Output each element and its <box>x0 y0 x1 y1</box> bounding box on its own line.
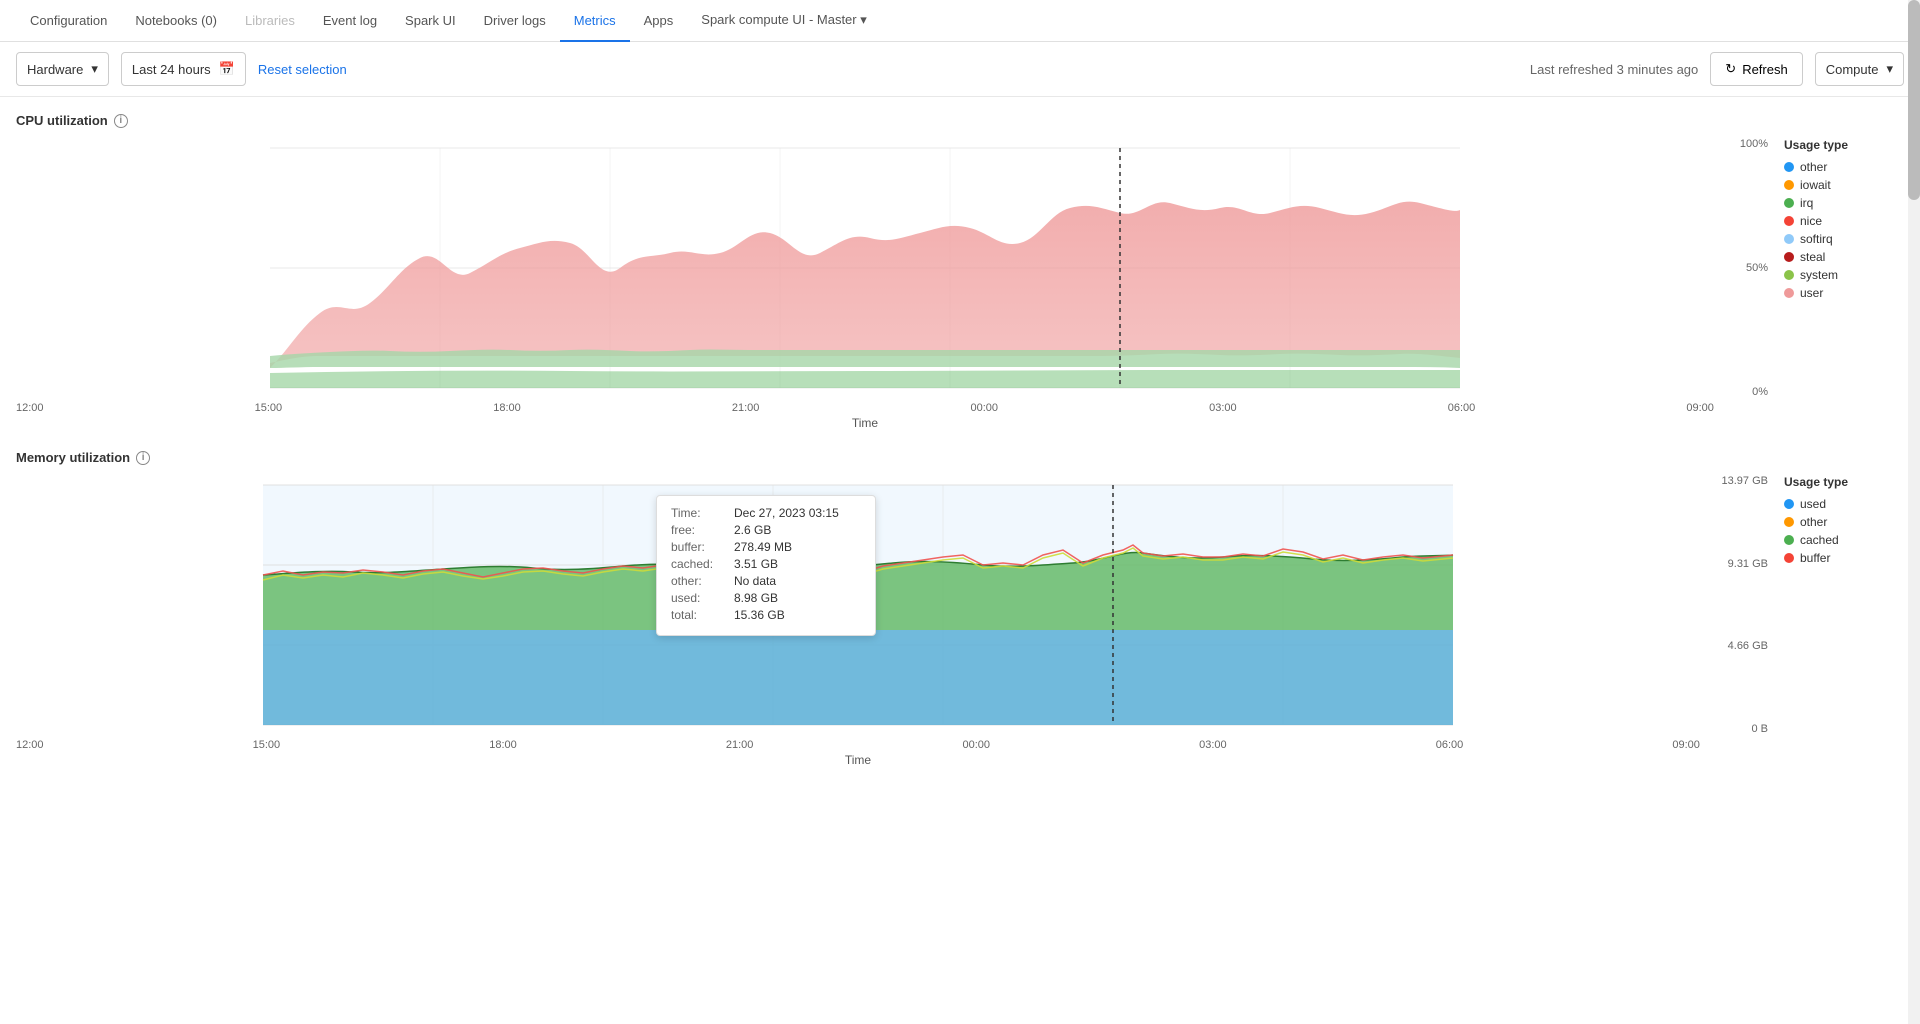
nav-spark-ui[interactable]: Spark UI <box>391 0 470 42</box>
memory-legend-title: Usage type <box>1784 475 1904 489</box>
cpu-y-labels: 100% 50% 0% <box>1730 138 1768 398</box>
cpu-chart-title: CPU utilization i <box>16 113 1904 128</box>
memory-chart-area: 12:00 15:00 18:00 21:00 00:00 03:00 06:0… <box>16 475 1700 767</box>
memory-chart-title: Memory utilization i <box>16 450 1904 465</box>
legend-dot-cached <box>1784 535 1794 545</box>
memory-chart-svg <box>16 475 1700 735</box>
time-range-label: Last 24 hours <box>132 62 211 77</box>
toolbar-right: Last refreshed 3 minutes ago ↻ Refresh C… <box>1530 52 1904 86</box>
refresh-label: Refresh <box>1742 62 1788 77</box>
legend-dot-system <box>1784 270 1794 280</box>
cpu-chart-svg <box>16 138 1714 398</box>
scrollbar[interactable] <box>1908 0 1920 1024</box>
legend-item-softirq: softirq <box>1784 232 1904 246</box>
reset-selection-link[interactable]: Reset selection <box>258 62 347 77</box>
memory-x-title: Time <box>16 753 1700 767</box>
last-refreshed-text: Last refreshed 3 minutes ago <box>1530 62 1698 77</box>
compute-select[interactable]: Compute ▾ <box>1815 52 1904 86</box>
legend-dot-softirq <box>1784 234 1794 244</box>
cpu-chart-section: CPU utilization i <box>16 113 1904 430</box>
nav-event-log[interactable]: Event log <box>309 0 391 42</box>
nav-apps[interactable]: Apps <box>630 0 688 42</box>
hardware-select[interactable]: Hardware ▾ <box>16 52 109 86</box>
nav-configuration[interactable]: Configuration <box>16 0 121 42</box>
compute-label: Compute <box>1826 62 1879 77</box>
cpu-legend: Usage type other iowait irq nice <box>1784 138 1904 300</box>
legend-dot-iowait <box>1784 180 1794 190</box>
toolbar: Hardware ▾ Last 24 hours 📅 Reset selecti… <box>0 42 1920 97</box>
cpu-info-icon[interactable]: i <box>114 114 128 128</box>
refresh-icon: ↻ <box>1725 61 1736 77</box>
legend-dot-buffer <box>1784 553 1794 563</box>
legend-item-buffer: buffer <box>1784 551 1904 565</box>
legend-item-steal: steal <box>1784 250 1904 264</box>
legend-dot-nice <box>1784 216 1794 226</box>
legend-item-other-mem: other <box>1784 515 1904 529</box>
main-content: CPU utilization i <box>0 97 1920 783</box>
chevron-down-icon: ▾ <box>91 61 98 77</box>
refresh-button[interactable]: ↻ Refresh <box>1710 52 1802 86</box>
scrollbar-thumb[interactable] <box>1908 0 1920 200</box>
nav-metrics[interactable]: Metrics <box>560 0 630 42</box>
memory-chart-section: Memory utilization i <box>16 450 1904 767</box>
memory-x-labels: 12:00 15:00 18:00 21:00 00:00 03:00 06:0… <box>16 735 1700 751</box>
memory-info-icon[interactable]: i <box>136 451 150 465</box>
chevron-down-icon-2: ▾ <box>1886 61 1893 77</box>
legend-dot-used <box>1784 499 1794 509</box>
legend-dot-user <box>1784 288 1794 298</box>
cpu-legend-title: Usage type <box>1784 138 1904 152</box>
nav-libraries[interactable]: Libraries <box>231 0 309 42</box>
nav-notebooks[interactable]: Notebooks (0) <box>121 0 231 42</box>
hardware-label: Hardware <box>27 62 83 77</box>
top-navigation: Configuration Notebooks (0) Libraries Ev… <box>0 0 1920 42</box>
nav-driver-logs[interactable]: Driver logs <box>470 0 560 42</box>
nav-spark-compute[interactable]: Spark compute UI - Master ▾ <box>687 0 880 42</box>
memory-y-labels: 13.97 GB 9.31 GB 4.66 GB 0 B <box>1716 475 1768 735</box>
cpu-x-title: Time <box>16 416 1714 430</box>
calendar-icon: 📅 <box>219 61 235 77</box>
legend-item-nice: nice <box>1784 214 1904 228</box>
legend-item-iowait: iowait <box>1784 178 1904 192</box>
legend-item-used: used <box>1784 497 1904 511</box>
cpu-chart-container: 12:00 15:00 18:00 21:00 00:00 03:00 06:0… <box>16 138 1904 430</box>
legend-dot-other-mem <box>1784 517 1794 527</box>
legend-dot-other <box>1784 162 1794 172</box>
legend-item-user: user <box>1784 286 1904 300</box>
cpu-chart-area: 12:00 15:00 18:00 21:00 00:00 03:00 06:0… <box>16 138 1714 430</box>
legend-item-system: system <box>1784 268 1904 282</box>
time-range-select[interactable]: Last 24 hours 📅 <box>121 52 246 86</box>
memory-legend: Usage type used other cached buffer <box>1784 475 1904 565</box>
legend-dot-steal <box>1784 252 1794 262</box>
memory-chart-container: 12:00 15:00 18:00 21:00 00:00 03:00 06:0… <box>16 475 1904 767</box>
legend-item-other: other <box>1784 160 1904 174</box>
legend-item-irq: irq <box>1784 196 1904 210</box>
legend-dot-irq <box>1784 198 1794 208</box>
legend-item-cached: cached <box>1784 533 1904 547</box>
cpu-x-labels: 12:00 15:00 18:00 21:00 00:00 03:00 06:0… <box>16 398 1714 414</box>
